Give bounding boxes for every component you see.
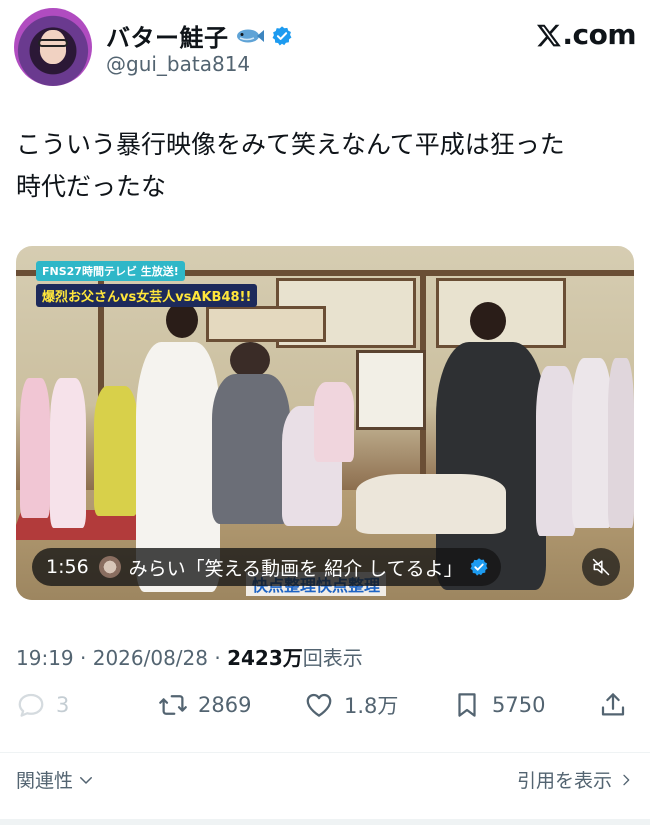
tweet-text-line-2: 時代だったな xyxy=(16,172,167,201)
video-duration: 1:56 xyxy=(46,556,89,578)
performer-crouching xyxy=(356,474,506,534)
audience-member xyxy=(50,378,86,528)
audience-member xyxy=(20,378,50,518)
x-brand-logo: .com xyxy=(536,18,636,51)
bookmark-button[interactable]: 5750 xyxy=(452,690,545,720)
tweet-time[interactable]: 19:19 xyxy=(16,646,74,670)
like-button[interactable]: 1.8万 xyxy=(304,690,398,720)
performer-head xyxy=(470,302,506,340)
audience-member xyxy=(94,386,138,516)
verified-badge-icon xyxy=(272,25,291,45)
tweet-actions: 3 2869 1.8万 5750 xyxy=(16,690,634,734)
video-player[interactable]: FNS27時間テレビ 生放送! 爆烈お父さんvs女芸人vsAKB48!! 快点整… xyxy=(16,246,634,600)
view-quotes-label: 引用を表示 xyxy=(516,770,612,792)
bottom-separator xyxy=(0,819,650,825)
repost-button[interactable]: 2869 xyxy=(158,690,251,720)
view-quotes-link[interactable]: 引用を表示 xyxy=(517,766,634,793)
bookmark-count: 5750 xyxy=(492,693,546,717)
author-name-row[interactable]: バター鮭子 xyxy=(106,18,293,53)
tv-banner-top: FNS27時間テレビ 生放送! xyxy=(36,261,185,281)
performer-apron xyxy=(212,374,290,524)
share-button[interactable] xyxy=(598,690,628,720)
tweet-text-line-1: こういう暴行映像をみて笑えなんて平成は狂った xyxy=(16,130,565,159)
tweet-meta: 19:19 · 2026/08/28 · 2423万回表示 xyxy=(16,642,363,671)
speaker-muted-icon xyxy=(592,558,610,576)
reply-bubble-icon xyxy=(18,693,44,717)
audience-member xyxy=(536,366,576,536)
audience-member xyxy=(608,358,634,528)
commenter-avatar-icon xyxy=(98,556,121,578)
reply-button[interactable]: 3 xyxy=(16,690,69,720)
bookmark-icon xyxy=(458,693,476,717)
fish-emoji-icon xyxy=(236,29,264,42)
relevance-sort-label: 関連性 xyxy=(16,770,74,792)
chevron-right-icon xyxy=(623,774,630,785)
audience-member xyxy=(314,382,354,462)
shoji-window xyxy=(356,350,426,430)
mute-button[interactable] xyxy=(582,548,620,586)
tv-banner-bottom: 爆烈お父さんvs女芸人vsAKB48!! xyxy=(36,284,258,307)
performer-head xyxy=(166,302,198,338)
tv-banner: FNS27時間テレビ 生放送! 爆烈お父さんvs女芸人vsAKB48!! xyxy=(36,260,258,307)
divider xyxy=(0,752,650,753)
repost-icon xyxy=(159,695,187,715)
brand-domain-text: .com xyxy=(562,18,636,51)
share-icon xyxy=(601,693,625,716)
like-count: 1.8万 xyxy=(344,694,399,718)
wall-panel xyxy=(206,306,326,342)
relevance-sort-dropdown[interactable]: 関連性 xyxy=(16,766,95,793)
tweet-text: こういう暴行映像をみて笑えなんて平成は狂った 時代だったな xyxy=(16,124,632,208)
chevron-down-icon xyxy=(80,776,93,784)
reply-count: 3 xyxy=(56,693,70,717)
repost-count: 2869 xyxy=(198,693,252,717)
avatar-glasses xyxy=(38,39,68,47)
author-avatar[interactable] xyxy=(14,8,92,86)
author-handle[interactable]: @gui_bata814 xyxy=(106,52,250,76)
x-logo-icon xyxy=(537,24,562,46)
video-info-pill[interactable]: 1:56 みらい「笑える動画を 紹介 してるよ」 xyxy=(32,548,501,586)
heart-icon xyxy=(306,693,332,717)
tweet-date[interactable]: 2026/08/28 xyxy=(93,646,208,670)
author-display-name[interactable]: バター鮭子 xyxy=(106,18,229,53)
video-pill-text: みらい「笑える動画を 紹介 してるよ」 xyxy=(128,557,463,580)
meta-separator: · xyxy=(214,646,221,670)
performer-head xyxy=(230,342,270,378)
meta-separator: · xyxy=(80,646,87,670)
verified-badge-icon xyxy=(470,558,488,576)
view-count: 2423万 xyxy=(227,646,303,670)
tweet-header: バター鮭子 @gui_bata814 .com xyxy=(14,8,636,88)
audience-member xyxy=(572,358,612,528)
view-count-suffix: 回表示 xyxy=(302,646,363,670)
avatar-face xyxy=(40,30,66,64)
